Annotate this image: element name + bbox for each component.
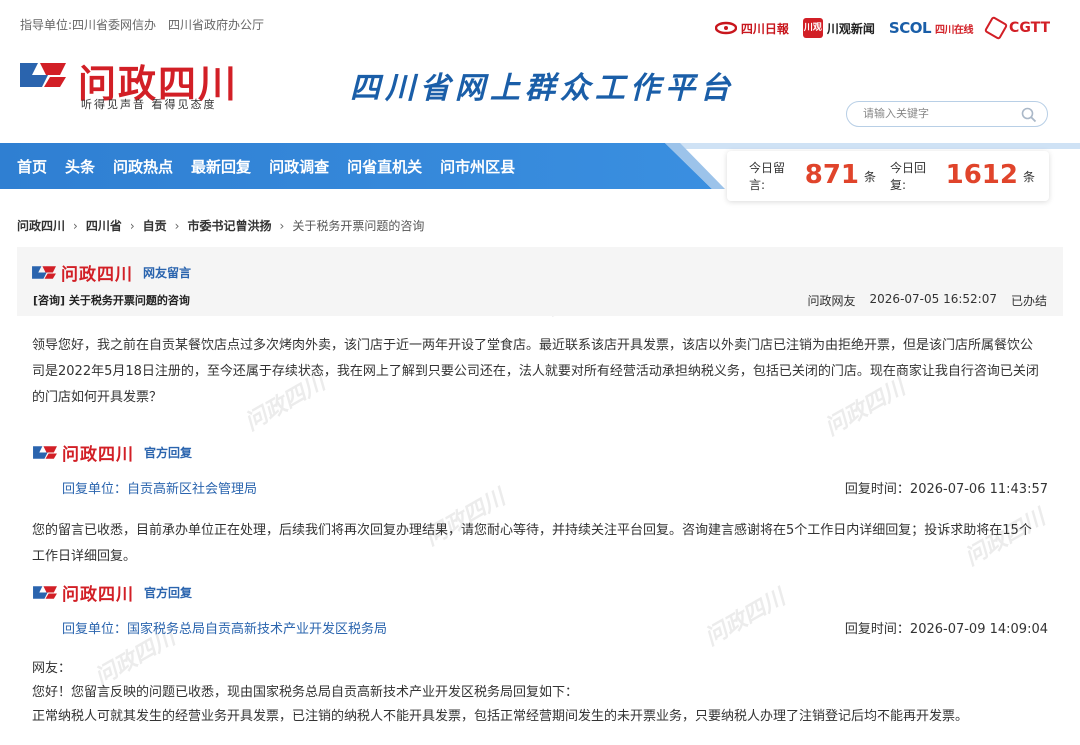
- reply-unit[interactable]: 回复单位：自贡高新区社会管理局: [62, 478, 257, 497]
- reply-body: 您的留言已收悉，目前承办单位正在处理，后续我们将再次回复办理结果，请您耐心等待，…: [32, 523, 1032, 564]
- today-stats: 今日留言: 871 条 今日回复: 1612 条: [727, 151, 1049, 201]
- reply-unit-row: 回复单位：国家税务总局自贡高新技术产业开发区税务局 回复时间：2026-07-0…: [32, 613, 1048, 641]
- today-messages-stat: 今日留言: 871 条: [749, 159, 876, 193]
- reply-unit[interactable]: 回复单位：国家税务总局自贡高新技术产业开发区税务局: [62, 618, 387, 637]
- question-time: 2026-07-05 16:52:07: [869, 292, 997, 306]
- reply-section-logo: 问政四川 官方回复: [32, 580, 192, 605]
- today-replies-stat: 今日回复: 1612 条: [890, 159, 1035, 193]
- scol-label: SCOL: [888, 19, 932, 37]
- today-messages-count: 871: [804, 160, 860, 190]
- nav-item-provincial-agencies[interactable]: 问省直机关: [338, 156, 431, 177]
- sichuan-daily-icon: [714, 21, 737, 35]
- question-meta: 问政网友 2026-07-05 16:52:07 已办结: [808, 292, 1047, 309]
- section-tag: 官方回复: [144, 446, 193, 460]
- breadcrumb-item-city[interactable]: 自贡: [143, 217, 167, 234]
- cgtt-icon: [983, 15, 1009, 41]
- chevron-right-icon: ›: [279, 218, 285, 233]
- breadcrumb-item-official[interactable]: 市委书记曾洪扬: [187, 217, 271, 234]
- nav-item-cities-counties[interactable]: 问市州区县: [431, 156, 524, 177]
- today-replies-count: 1612: [945, 160, 1018, 190]
- wenzheng-logo-icon: [33, 586, 57, 599]
- breadcrumb: 问政四川 › 四川省 › 自贡 › 市委书记曾洪扬 › 关于税务开票问题的咨询: [17, 217, 424, 234]
- breadcrumb-item-root[interactable]: 问政四川: [17, 217, 65, 234]
- section-logo-name: 问政四川: [62, 445, 134, 465]
- nav-item-latest-replies[interactable]: 最新回复: [182, 156, 260, 177]
- breadcrumb-item-current: 关于税务开票问题的咨询: [292, 219, 425, 233]
- question-title: [咨询] 关于税务开票问题的咨询: [33, 294, 190, 307]
- section-tag: 网友留言: [143, 266, 192, 280]
- chevron-right-icon: ›: [129, 218, 135, 233]
- partner-sichuan-daily[interactable]: 四川日報: [714, 20, 789, 37]
- reply-time: 回复时间：2026-07-09 14:09:04: [844, 622, 1048, 637]
- nav-item-headlines[interactable]: 头条: [56, 156, 104, 177]
- section-logo-name: 问政四川: [61, 265, 133, 285]
- partner-chuanguan[interactable]: 川观 川观新闻: [802, 18, 875, 38]
- chevron-right-icon: ›: [174, 218, 180, 233]
- wenzheng-logo-icon: [33, 446, 57, 459]
- section-tag: 官方回复: [144, 586, 193, 600]
- today-messages-unit: 条: [864, 169, 877, 184]
- sichuan-daily-label: 四川日報: [740, 21, 789, 36]
- question-header: 问政四川 网友留言 [咨询] 关于税务开票问题的咨询 问政网友 2026-07-…: [17, 247, 1063, 316]
- cgtt-label: CGTT: [1009, 20, 1050, 36]
- nav-item-survey[interactable]: 问政调查: [260, 156, 338, 177]
- wenzheng-logo-icon: [32, 266, 56, 279]
- partner-cgtt[interactable]: CGTT: [983, 15, 1050, 41]
- logo-slogan: 听得见声音 看得见态度: [81, 98, 217, 111]
- platform-headline: 四川省网上群众工作平台: [350, 71, 735, 106]
- reply-line: 您好！您留言反映的问题已收悉，现由国家税务总局自贡高新技术产业开发区税务局回复如…: [32, 685, 579, 700]
- reply-line: 正常纳税人可就其发生的经营业务开具发票，已注销的纳税人不能开具发票，包括正常经营…: [32, 709, 969, 724]
- partner-scol[interactable]: SCOL 四川在线: [888, 19, 974, 37]
- partner-logos: 四川日報 川观 川观新闻 SCOL 四川在线 CGTT: [714, 15, 1050, 41]
- search-input[interactable]: [863, 106, 1013, 122]
- top-bar: 指导单位:四川省委网信办 四川省政府办公厅 四川日報 川观 川观新闻 SCOL …: [0, 0, 1080, 48]
- search-box: [846, 101, 1048, 127]
- today-replies-label: 今日回复:: [890, 161, 927, 192]
- question-body: 领导您好，我之前在自贡某餐饮店点过多次烤肉外卖，该门店于近一两年开设了堂食店。最…: [32, 338, 1039, 405]
- nav-items: 首页 头条 问政热点 最新回复 问政调查 问省直机关 问市州区县: [8, 143, 524, 189]
- nav-item-hot[interactable]: 问政热点: [104, 156, 182, 177]
- chevron-right-icon: ›: [73, 218, 78, 233]
- nav-item-home[interactable]: 首页: [8, 156, 56, 177]
- search-icon[interactable]: [1021, 107, 1037, 123]
- section-logo-name: 问政四川: [62, 585, 134, 605]
- breadcrumb-item-province[interactable]: 四川省: [86, 217, 122, 234]
- scol-sub-label: 四川在线: [935, 24, 974, 36]
- reply-time: 回复时间：2026-07-06 11:43:57: [844, 482, 1048, 497]
- question-status: 已办结: [1010, 294, 1047, 308]
- today-replies-unit: 条: [1022, 169, 1035, 184]
- reply-section-logo: 问政四川 官方回复: [32, 440, 192, 465]
- question-section-logo: 问政四川 网友留言: [31, 260, 191, 285]
- site-logo[interactable]: 问政四川 听得见声音 看得见态度: [18, 55, 268, 115]
- reply-line: 网友：: [32, 661, 72, 676]
- chuanguan-icon: 川观: [802, 18, 823, 38]
- chuanguan-label: 川观新闻: [826, 21, 875, 36]
- question-author: 问政网友: [807, 294, 856, 308]
- reply-unit-row: 回复单位：自贡高新区社会管理局 回复时间：2026-07-06 11:43:57: [32, 473, 1048, 501]
- wenzheng-logo-icon: [20, 63, 66, 87]
- today-messages-label: 今日留言:: [749, 161, 786, 192]
- reply-body: 网友： 您好！您留言反映的问题已收悉，现由国家税务总局自贡高新技术产业开发区税务…: [32, 657, 1042, 729]
- guide-text: 指导单位:四川省委网信办 四川省政府办公厅: [20, 18, 265, 32]
